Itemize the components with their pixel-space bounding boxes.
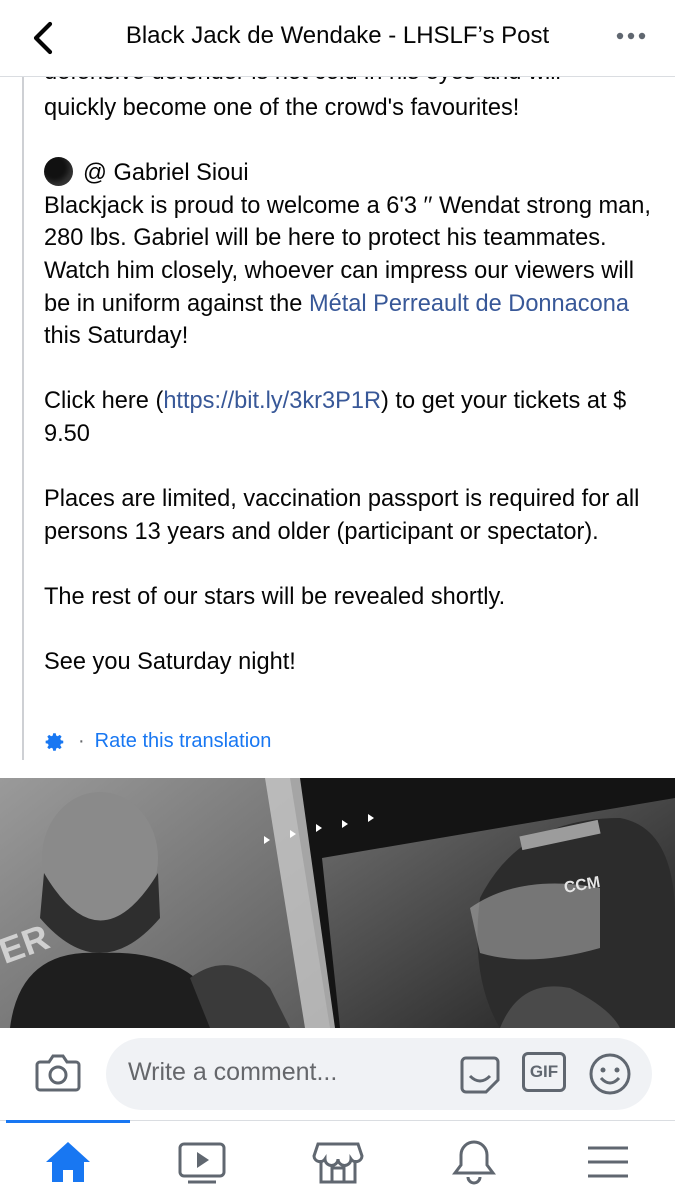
top-bar: Black Jack de Wendake - LHSLF’s Post — [0, 0, 675, 77]
emoji-icon[interactable] — [588, 1052, 632, 1096]
post-paragraph-1b: Blackjack is proud to welcome a 6'3 ′′ W… — [44, 192, 651, 350]
notifications-icon[interactable] — [448, 1138, 500, 1186]
chevron-left-icon[interactable] — [28, 18, 58, 58]
post-line: quickly become one of the crowd's favour… — [44, 95, 520, 121]
page-title: Black Jack de Wendake - LHSLF’s Post — [125, 22, 550, 49]
rate-translation[interactable]: · Rate this translation — [44, 730, 271, 753]
post-paragraph-5: See you Saturday night! — [44, 649, 296, 676]
comment-input[interactable]: Write a comment... — [106, 1038, 652, 1110]
gif-icon[interactable]: GIF — [522, 1052, 566, 1092]
camera-icon[interactable] — [34, 1050, 82, 1094]
page-link-metal-perreault[interactable]: Métal Perreault de Donnacona — [309, 291, 629, 317]
post-paragraph-1: @ Gabriel Sioui — [44, 157, 659, 190]
more-horizontal-icon[interactable] — [615, 24, 647, 48]
post-paragraph-2: Click here (https://bit.ly/3kr3P1R) to g… — [44, 388, 627, 447]
ticket-link[interactable]: https://bit.ly/3kr3P1R — [163, 388, 381, 414]
post-image[interactable]: ER CCM — [0, 778, 675, 1028]
mention-text: @ Gabriel Sioui — [83, 160, 249, 187]
marketplace-icon[interactable] — [312, 1138, 364, 1186]
home-icon[interactable] — [42, 1138, 94, 1186]
post-photo: ER CCM — [0, 778, 675, 1028]
gear-icon — [45, 732, 64, 751]
translation-rail — [22, 76, 24, 760]
menu-icon[interactable] — [582, 1138, 634, 1186]
rate-translation-label[interactable]: Rate this translation — [95, 730, 272, 753]
post-paragraph-4: The rest of our stars will be revealed s… — [44, 583, 506, 610]
comment-placeholder: Write a comment... — [128, 1058, 338, 1086]
post-paragraph-3: Places are limited, vaccination passport… — [44, 486, 640, 545]
post-body: defensive defender is not cold in his ey… — [44, 62, 659, 711]
sticker-icon[interactable] — [458, 1052, 502, 1096]
video-icon[interactable] — [176, 1138, 228, 1186]
black-circle-icon — [44, 157, 73, 187]
active-tab-indicator — [6, 1120, 130, 1123]
